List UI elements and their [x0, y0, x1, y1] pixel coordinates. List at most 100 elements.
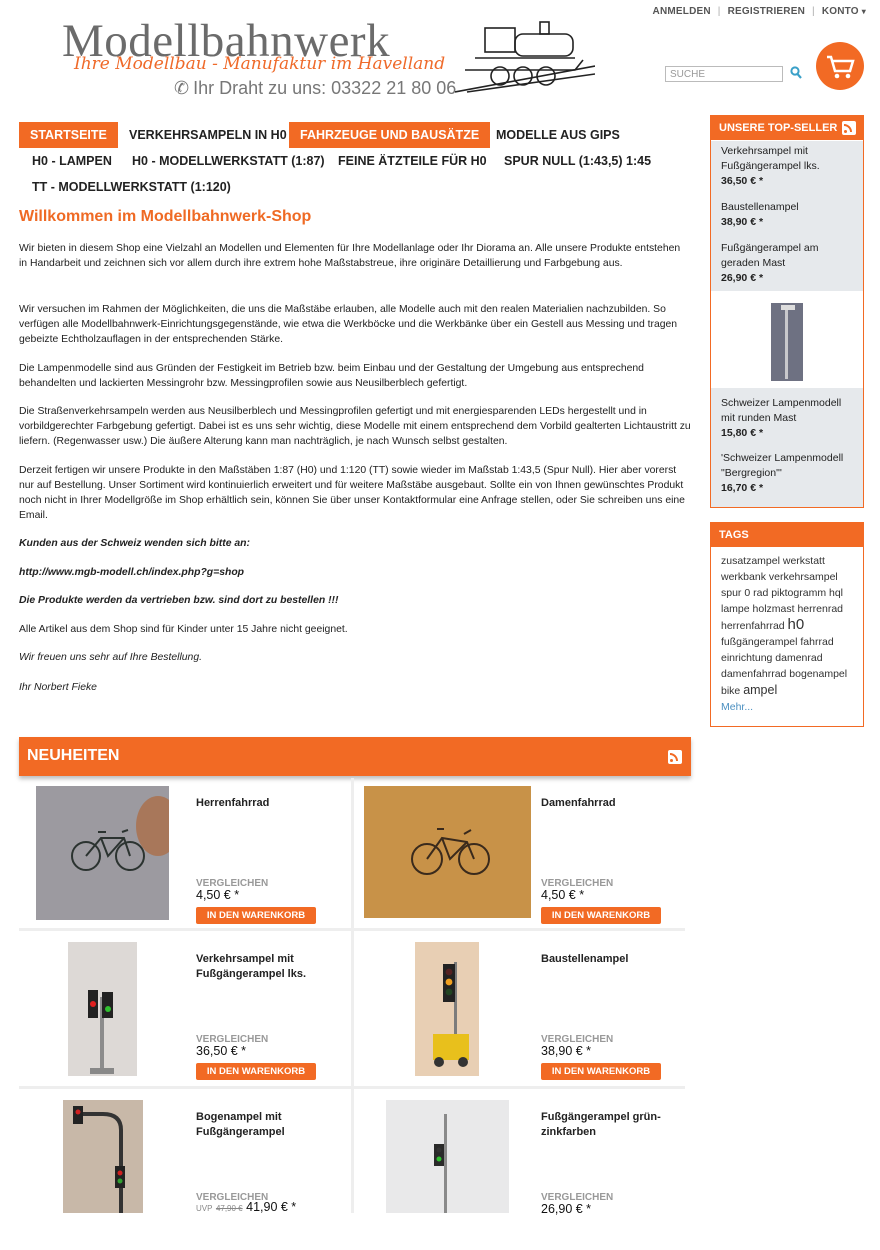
register-link[interactable]: REGISTRIEREN [728, 6, 805, 17]
product-card[interactable]: Damenfahrrad VERGLEICHEN 4,50 € * IN DEN… [364, 786, 694, 936]
product-card[interactable]: Herrenfahrrad VERGLEICHEN 4,50 € * IN DE… [19, 786, 349, 936]
add-to-cart-button[interactable]: IN DEN WARENKORB [541, 907, 661, 924]
nav-h0-lampen[interactable]: H0 - LAMPEN [21, 148, 123, 174]
tag-link[interactable]: ampel [743, 683, 777, 697]
tag-link[interactable]: damenrad [775, 652, 822, 664]
tag-link[interactable]: fußgängerampel [721, 636, 797, 648]
tag-link[interactable]: piktogramm [771, 587, 826, 599]
tag-cloud: zusatzampel werkstatt werkbank verkehrsa… [721, 553, 861, 715]
product-image[interactable] [36, 786, 169, 920]
product-card[interactable]: Baustellenampel VERGLEICHEN 38,90 € * IN… [364, 942, 694, 1092]
chevron-down-icon[interactable]: ▾ [862, 7, 866, 16]
tag-link[interactable]: fahrrad [800, 636, 833, 648]
rss-icon[interactable] [668, 750, 682, 764]
divider [351, 778, 354, 1213]
phone-icon: ✆ [174, 78, 190, 98]
nav-h0-werkstatt[interactable]: H0 - MODELLWERKSTATT (1:87) [121, 148, 336, 174]
product-price: 41,90 € * [246, 1200, 297, 1214]
nav-spur-null[interactable]: SPUR NULL (1:43,5) 1:45 [493, 148, 662, 174]
old-price: 47,90 € [215, 1204, 243, 1213]
welcome-paragraph: Die Straßenverkehrsampeln werden aus Neu… [19, 406, 691, 447]
phone-text: Ihr Draht zu uns: 03322 21 80 06 [193, 78, 457, 98]
add-to-cart-button[interactable]: IN DEN WARENKORB [196, 1063, 316, 1080]
search-input[interactable]: SUCHE [665, 66, 783, 82]
tag-link[interactable]: damenfahrrad [721, 668, 786, 680]
rss-icon[interactable] [842, 121, 856, 135]
divider: | [812, 6, 815, 17]
nav-verkehrsampeln[interactable]: VERKEHRSAMPELN IN H0 [118, 122, 298, 148]
topseller-item[interactable]: 'Schweizer Lampenmodell "Bergregion"' 16… [721, 451, 851, 496]
neuheiten-header: NEUHEITEN [19, 737, 691, 776]
tag-link[interactable]: hql [829, 587, 843, 599]
tags-more-link[interactable]: Mehr... [721, 699, 861, 715]
tag-link[interactable]: lampe [721, 603, 750, 615]
cart-button[interactable] [816, 42, 864, 90]
tag-link[interactable]: werkstatt [783, 555, 825, 567]
welcome-paragraph: Die Lampenmodelle sind aus Gründen der F… [19, 363, 644, 389]
nav-aetzteile[interactable]: FEINE ÄTZTEILE FÜR H0 [327, 148, 498, 174]
topseller-item[interactable]: Schweizer Lampenmodell mit runden Mast 1… [721, 396, 851, 441]
page-title: Willkommen im Modellbahnwerk-Shop [19, 208, 312, 225]
welcome-paragraph: Wir bieten in diesem Shop eine Vielzahl … [19, 243, 681, 269]
product-image[interactable] [415, 942, 479, 1076]
tag-link[interactable]: zusatzampel [721, 555, 780, 567]
topseller-name[interactable]: Baustellenampel [721, 200, 851, 215]
topseller-price: 16,70 € * [721, 482, 764, 494]
tag-link[interactable]: werkbank [721, 571, 766, 583]
product-name[interactable]: Verkehrsampel mit Fußgängerampel lks. [196, 952, 336, 982]
product-price: 38,90 € * [541, 1044, 592, 1058]
tag-link[interactable]: bike [721, 685, 740, 697]
product-card[interactable]: Verkehrsampel mit Fußgängerampel lks. VE… [19, 942, 349, 1092]
topseller-name[interactable]: Verkehrsampel mit Fußgängerampel lks. [721, 144, 851, 174]
product-image[interactable] [364, 786, 531, 918]
topseller-header: UNSERE TOP-SELLER [711, 116, 863, 140]
topseller-item[interactable]: Baustellenampel 38,90 € * [721, 200, 851, 230]
add-to-cart-button[interactable]: IN DEN WARENKORB [541, 1063, 661, 1080]
product-name[interactable]: Fußgängerampel grün-zinkfarben [541, 1110, 681, 1140]
nav-fahrzeuge[interactable]: FAHRZEUGE UND BAUSÄTZE [289, 122, 491, 148]
product-name[interactable]: Herrenfahrrad [196, 796, 336, 811]
product-name[interactable]: Bogenampel mit Fußgängerampel [196, 1110, 336, 1140]
topseller-name[interactable]: Schweizer Lampenmodell mit runden Mast [721, 396, 851, 426]
nav-tt-werkstatt[interactable]: TT - MODELLWERKSTATT (1:120) [21, 174, 242, 200]
topseller-image[interactable] [771, 303, 803, 381]
tag-link[interactable]: spur 0 [721, 587, 750, 599]
product-name[interactable]: Baustellenampel [541, 952, 681, 967]
tag-link[interactable]: rad [753, 587, 768, 599]
logo[interactable]: Modellbahnwerk Ihre Modellbau - Manufakt… [62, 16, 456, 102]
search-icon[interactable] [790, 66, 802, 80]
tag-link[interactable]: herrenfahrrad [721, 620, 785, 632]
nav-startseite[interactable]: STARTSEITE [19, 122, 118, 148]
login-link[interactable]: ANMELDEN [653, 6, 711, 17]
tags-box: TAGS zusatzampel werkstatt werkbank verk… [710, 522, 864, 727]
topseller-name[interactable]: Fußgängerampel am geraden Mast [721, 241, 851, 271]
closing-text: Wir freuen uns sehr auf Ihre Bestellung. [19, 652, 202, 663]
topseller-price: 36,50 € * [721, 175, 764, 187]
product-name[interactable]: Damenfahrrad [541, 796, 681, 811]
product-price: 4,50 € * [541, 888, 585, 902]
signature-text: Ihr Norbert Fieke [19, 682, 97, 693]
account-link[interactable]: KONTO [822, 6, 859, 17]
product-image[interactable] [386, 1100, 509, 1213]
topseller-price: 26,90 € * [721, 272, 764, 284]
add-to-cart-button[interactable]: IN DEN WARENKORB [196, 907, 316, 924]
product-image[interactable] [68, 942, 137, 1076]
topseller-title: UNSERE TOP-SELLER [719, 122, 838, 134]
age-notice: Alle Artikel aus dem Shop sind für Kinde… [19, 624, 348, 635]
tag-link[interactable]: bogenampel [789, 668, 847, 680]
tag-link[interactable]: h0 [788, 616, 805, 633]
topseller-item[interactable]: Fußgängerampel am geraden Mast 26,90 € * [721, 241, 851, 286]
tag-link[interactable]: verkehrsampel [769, 571, 838, 583]
swiss-link[interactable]: http://www.mgb-modell.ch/index.php?g=sho… [19, 565, 691, 580]
product-card[interactable]: Fußgängerampel grün-zinkfarben VERGLEICH… [364, 1100, 694, 1250]
product-card[interactable]: Bogenampel mit Fußgängerampel VERGLEICHE… [19, 1100, 349, 1250]
tag-link[interactable]: holzmast [753, 603, 795, 615]
topseller-name[interactable]: 'Schweizer Lampenmodell "Bergregion"' [721, 451, 851, 481]
tag-link[interactable]: einrichtung [721, 652, 772, 664]
product-price-block: UVP 47,90 € 41,90 € * [196, 1200, 296, 1214]
nav-gips[interactable]: MODELLE AUS GIPS [485, 122, 631, 148]
topseller-item[interactable]: Verkehrsampel mit Fußgängerampel lks. 36… [721, 144, 851, 189]
uvp-label: UVP [196, 1204, 213, 1213]
product-image[interactable] [63, 1100, 143, 1213]
tag-link[interactable]: herrenrad [797, 603, 843, 615]
